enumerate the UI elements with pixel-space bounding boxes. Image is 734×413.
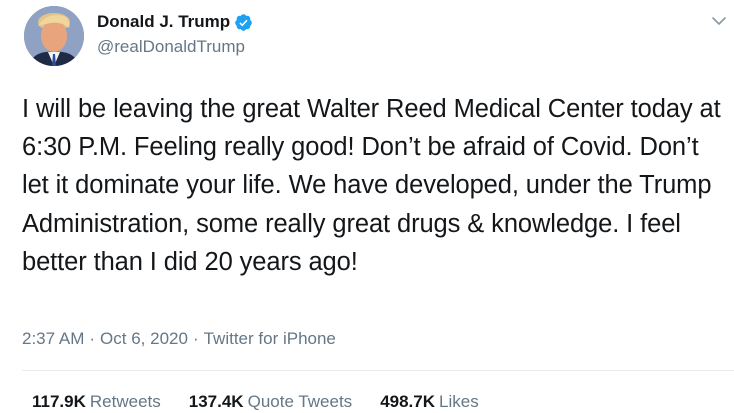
retweets-stat[interactable]: 117.9K Retweets (32, 392, 161, 412)
retweets-label: Retweets (89, 392, 161, 411)
avatar-image (24, 6, 84, 66)
tweet-text: I will be leaving the great Walter Reed … (22, 95, 728, 276)
tweet-metadata: 2:37 AM · Oct 6, 2020 · Twitter for iPho… (22, 329, 336, 349)
likes-stat[interactable]: 498.7K Likes (380, 392, 479, 412)
quote-tweets-stat[interactable]: 137.4K Quote Tweets (189, 392, 352, 412)
tweet-card: Donald J. Trump @realDonaldTrump I will … (0, 0, 734, 413)
verified-badge-icon (234, 13, 253, 32)
likes-count: 498.7K (380, 392, 436, 411)
tweet-date[interactable]: Oct 6, 2020 (100, 329, 188, 349)
retweets-count: 117.9K (32, 392, 86, 411)
tweet-source[interactable]: Twitter for iPhone (204, 329, 336, 349)
chevron-down-icon[interactable] (710, 12, 728, 30)
meta-separator: · (192, 329, 199, 348)
avatar[interactable] (24, 6, 84, 66)
divider (22, 370, 734, 371)
author-display-name[interactable]: Donald J. Trump (97, 12, 230, 32)
author-name-row[interactable]: Donald J. Trump (97, 11, 253, 33)
likes-label: Likes (439, 392, 479, 411)
quote-tweets-label: Quote Tweets (247, 392, 353, 411)
tweet-time[interactable]: 2:37 AM (22, 329, 84, 349)
quote-tweets-count: 137.4K (188, 392, 244, 411)
author-handle[interactable]: @realDonaldTrump (97, 37, 245, 57)
tweet-stats: 117.9K Retweets 137.4K Quote Tweets 498.7K… (32, 392, 507, 412)
meta-separator: · (89, 329, 96, 348)
